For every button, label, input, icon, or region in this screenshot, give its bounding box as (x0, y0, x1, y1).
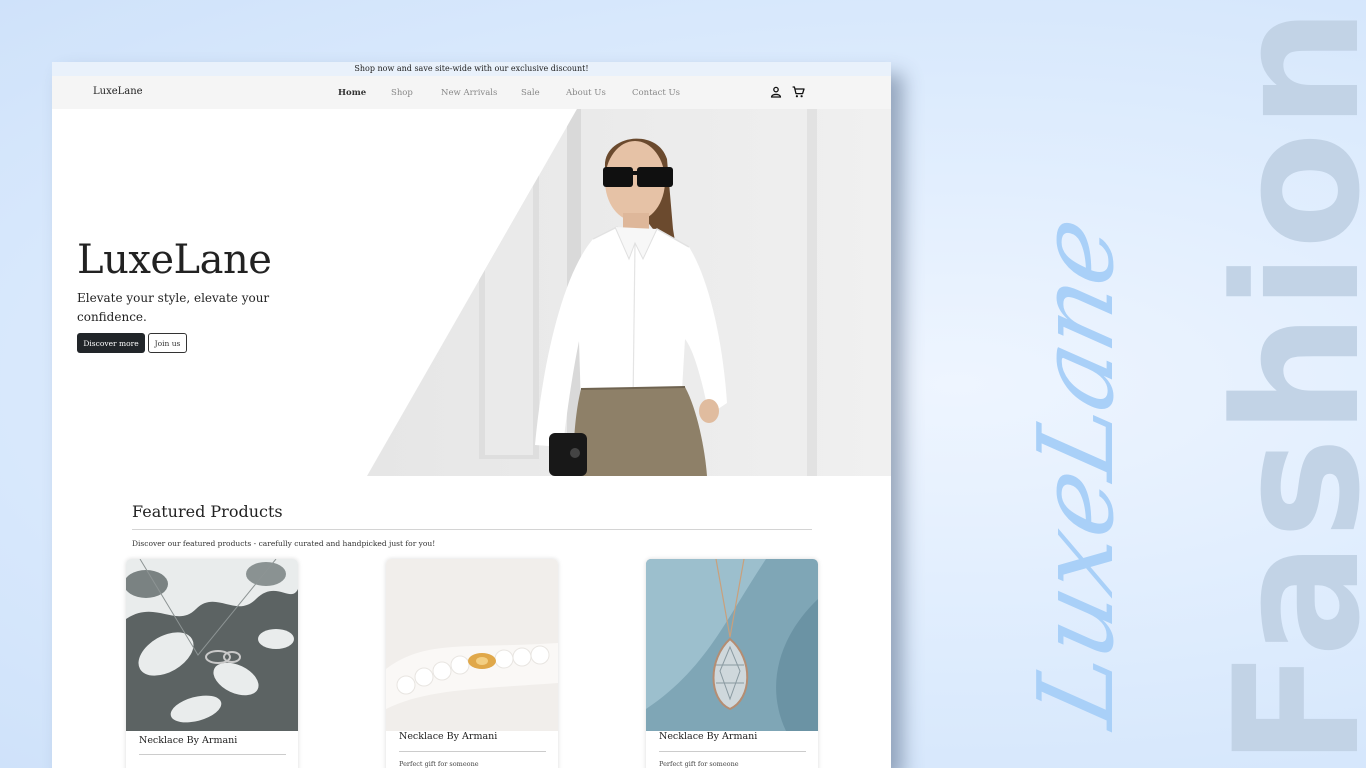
nav-link-shop[interactable]: Shop (391, 88, 413, 98)
product-image-diamond-pendant (646, 559, 818, 731)
nav-link-about-us[interactable]: About Us (566, 88, 606, 98)
hero-title: LuxeLane (77, 237, 272, 283)
featured-products-section: Featured Products Discover our featured … (52, 476, 891, 768)
user-icon[interactable] (770, 86, 782, 98)
promo-banner: Shop now and save site-wide with our exc… (52, 62, 891, 76)
product-title[interactable]: Necklace By Armani (659, 731, 757, 742)
fashion-decor-text: Fashion (1197, 5, 1366, 767)
featured-title: Featured Products (132, 502, 283, 521)
brand-logo[interactable]: LuxeLane (93, 86, 143, 97)
product-divider (399, 751, 546, 752)
join-us-button[interactable]: Join us (148, 333, 187, 353)
product-card[interactable]: Necklace By Armani (126, 559, 298, 768)
promo-text: Shop now and save site-wide with our exc… (354, 64, 589, 73)
product-image-necklace-shadows (126, 559, 298, 731)
product-title[interactable]: Necklace By Armani (139, 735, 237, 746)
nav-link-sale[interactable]: Sale (521, 88, 540, 98)
product-divider (139, 754, 286, 755)
navbar: LuxeLane Home Shop New Arrivals Sale Abo… (52, 76, 891, 109)
nav-link-new-arrivals[interactable]: New Arrivals (441, 88, 497, 98)
product-card[interactable]: Necklace By Armani Perfect gift for some… (386, 559, 558, 768)
luxelane-script-decor: LuxeLane (1015, 206, 1137, 738)
website-preview: Shop now and save site-wide with our exc… (52, 62, 891, 768)
product-divider (659, 751, 806, 752)
product-description: Perfect gift for someone (399, 760, 479, 768)
hero-subtitle: Elevate your style, elevate your confide… (77, 291, 270, 324)
featured-description: Discover our featured products - careful… (132, 539, 436, 548)
hero-model-photo (367, 109, 891, 476)
cart-icon[interactable] (792, 86, 805, 98)
discover-more-button[interactable]: Discover more (77, 333, 145, 353)
nav-link-contact-us[interactable]: Contact Us (632, 88, 680, 98)
product-title[interactable]: Necklace By Armani (399, 731, 497, 742)
product-description: Perfect gift for someone (659, 760, 739, 768)
featured-divider (132, 529, 812, 530)
product-image-pearl-bracelet (386, 559, 558, 731)
hero-section: LuxeLane Elevate your style, elevate you… (52, 109, 891, 476)
nav-link-home[interactable]: Home (338, 88, 366, 98)
product-card[interactable]: Necklace By Armani Perfect gift for some… (646, 559, 818, 768)
